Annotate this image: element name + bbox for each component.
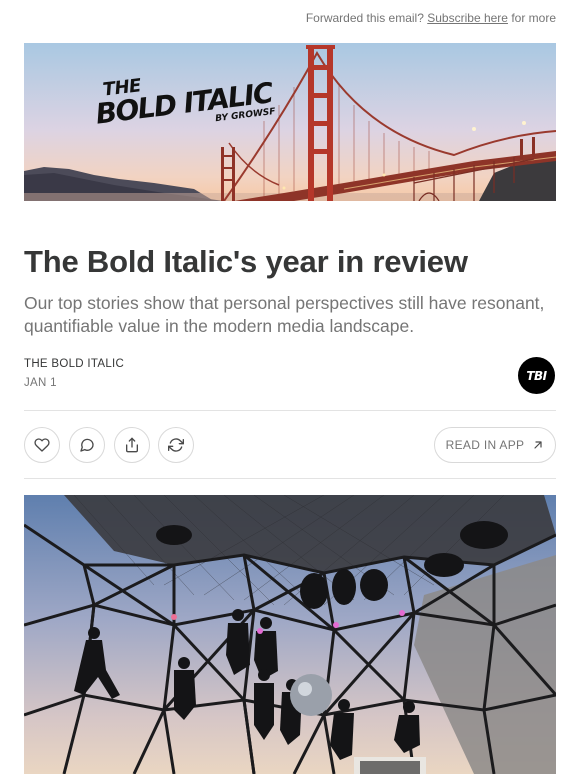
- author-name[interactable]: THE BOLD ITALIC: [24, 358, 124, 370]
- forward-text: Forwarded this email?: [305, 11, 424, 25]
- forward-suffix: for more: [511, 11, 556, 25]
- hero-image: THE BOLD ITALIC BY GROWSF: [24, 43, 556, 201]
- post-title[interactable]: The Bold Italic's year in review: [24, 244, 556, 280]
- read-in-app-button[interactable]: READ IN APP: [434, 427, 556, 463]
- restack-button[interactable]: [158, 427, 194, 463]
- article-photo: [24, 495, 556, 774]
- restack-icon: [168, 438, 184, 452]
- subscribe-link[interactable]: Subscribe here: [427, 11, 508, 25]
- forward-bar: Forwarded this email? Subscribe here for…: [306, 11, 556, 25]
- like-button[interactable]: [24, 427, 60, 463]
- divider-bottom: [24, 478, 556, 479]
- read-in-app-label: READ IN APP: [445, 438, 525, 452]
- comment-button[interactable]: [69, 427, 105, 463]
- arrow-up-right-icon: [534, 441, 542, 449]
- heart-icon: [34, 438, 50, 452]
- post-date: JAN 1: [24, 377, 57, 389]
- publication-logo[interactable]: TBI: [518, 357, 555, 394]
- share-icon: [126, 437, 138, 453]
- post-subtitle: Our top stories show that personal persp…: [24, 293, 545, 336]
- comment-icon: [80, 438, 94, 452]
- divider-top: [24, 410, 556, 411]
- share-button[interactable]: [114, 427, 150, 463]
